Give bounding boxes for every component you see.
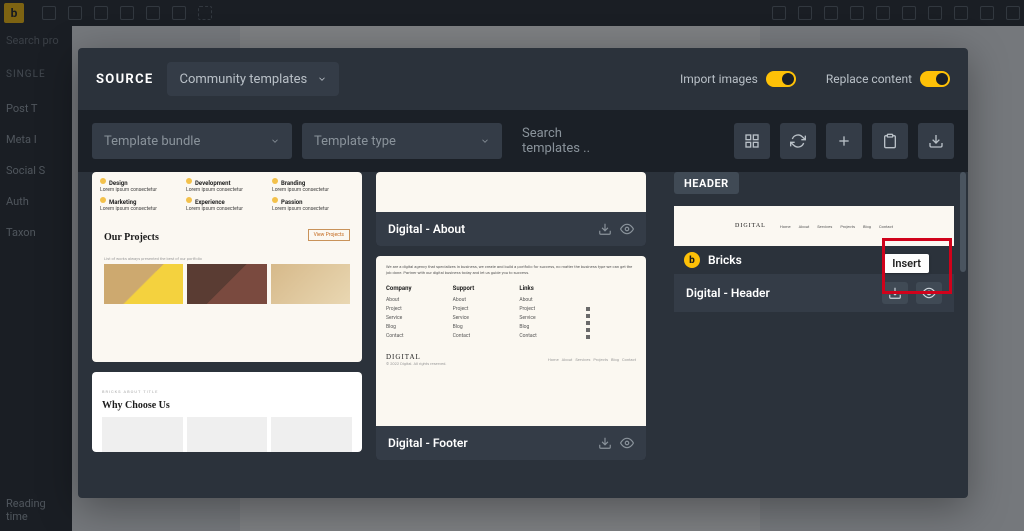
gallery-column: DesignLorem ipsum consectetur Developmen… <box>92 172 362 484</box>
search-input[interactable]: Search templates .. <box>512 123 623 159</box>
template-card[interactable]: Digital - About <box>376 172 646 246</box>
template-card[interactable]: We are a digital agency that specializes… <box>376 256 646 460</box>
modal-header: SOURCE Community templates Import images… <box>78 48 968 110</box>
template-thumbnail: DesignLorem ipsum consectetur Developmen… <box>92 172 362 362</box>
template-card[interactable]: BRICKS ABOUT TITLE Why Choose Us <box>92 372 362 452</box>
template-brand-row: b Bricks <box>674 246 954 274</box>
filter-bar: Template bundle Template type Search tem… <box>78 110 968 172</box>
download-button[interactable] <box>918 123 954 159</box>
template-thumbnail: DIGITAL Home About Services Projects Blo… <box>674 206 954 246</box>
switch-on-icon[interactable] <box>766 71 796 87</box>
template-thumbnail: We are a digital agency that specializes… <box>376 256 646 426</box>
template-type-select[interactable]: Template type <box>302 123 502 159</box>
replace-content-toggle[interactable]: Replace content <box>826 71 950 87</box>
preview-icon[interactable] <box>620 436 634 450</box>
template-card-header[interactable]: DIGITAL Home About Services Projects Blo… <box>674 206 954 312</box>
chevron-down-icon <box>270 136 280 146</box>
paste-button[interactable] <box>872 123 908 159</box>
modal-title: SOURCE <box>96 72 153 87</box>
template-thumbnail: BRICKS ABOUT TITLE Why Choose Us <box>92 372 362 452</box>
chevron-down-icon <box>480 136 490 146</box>
scrollbar-thumb[interactable] <box>960 172 966 272</box>
switch-on-icon[interactable] <box>920 71 950 87</box>
template-caption: Digital - Footer <box>376 426 646 460</box>
insert-icon[interactable] <box>598 222 612 236</box>
add-button[interactable] <box>826 123 862 159</box>
header-badge: HEADER <box>674 172 739 194</box>
template-caption: Digital - Header Insert <box>674 274 954 312</box>
gallery-column: HEADER DIGITAL Home About Services Proje… <box>674 172 954 484</box>
preview-button[interactable] <box>916 282 942 304</box>
gallery-column: Digital - About We are a digital agency … <box>376 172 646 484</box>
insert-icon[interactable] <box>598 436 612 450</box>
chevron-down-icon <box>317 74 327 84</box>
bricks-logo-icon: b <box>684 252 700 268</box>
template-card[interactable]: DesignLorem ipsum consectetur Developmen… <box>92 172 362 362</box>
insert-button[interactable] <box>882 282 908 304</box>
template-caption: Digital - About <box>376 212 646 246</box>
import-images-toggle[interactable]: Import images <box>680 71 796 87</box>
source-dropdown[interactable]: Community templates <box>167 62 339 96</box>
grid-view-button[interactable] <box>734 123 770 159</box>
template-gallery: DesignLorem ipsum consectetur Developmen… <box>78 172 968 498</box>
template-library-modal: SOURCE Community templates Import images… <box>78 48 968 498</box>
scrollbar[interactable] <box>960 172 966 498</box>
source-selected: Community templates <box>179 72 307 87</box>
template-thumbnail <box>376 172 646 212</box>
preview-icon[interactable] <box>620 222 634 236</box>
template-bundle-select[interactable]: Template bundle <box>92 123 292 159</box>
refresh-button[interactable] <box>780 123 816 159</box>
